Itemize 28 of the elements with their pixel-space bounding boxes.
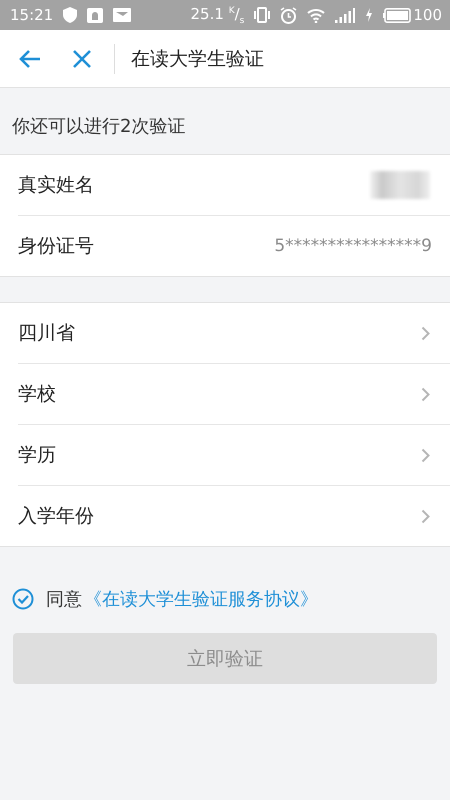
alarm-icon	[280, 6, 298, 24]
chevron-icon	[421, 386, 430, 402]
chevron-icon	[421, 448, 430, 462]
page-title: 在读大学生验证	[131, 46, 264, 72]
field-label: 真实姓名	[18, 173, 95, 198]
network-speed: 25.1 $^{K}$/$_{s}$	[190, 4, 244, 26]
picker-row[interactable]: 四川省	[18, 303, 450, 364]
field-value: 5****************9	[274, 236, 432, 256]
blurred-value	[370, 171, 430, 199]
status-time: 15:21	[10, 6, 54, 24]
picker-row[interactable]: 学校	[18, 364, 450, 425]
attempts-notice: 你还可以进行2次验证	[12, 116, 186, 137]
chevron-icon	[421, 326, 430, 340]
field-label: 身份证号	[18, 234, 95, 259]
vibrate-icon	[254, 7, 270, 23]
shield-icon	[63, 7, 78, 23]
battery-icon	[383, 8, 412, 22]
picker-row[interactable]: 学历	[18, 425, 450, 486]
chevron-icon	[421, 508, 430, 524]
charging-icon	[365, 8, 374, 22]
notification-icon	[87, 8, 104, 22]
agree-checkbox[interactable]	[12, 588, 34, 610]
image-icon	[113, 8, 132, 22]
agree-text: 同意	[46, 588, 82, 611]
picker-row[interactable]: 入学年份	[18, 486, 450, 546]
signal-icon	[335, 8, 356, 22]
battery-level: 100	[413, 6, 442, 24]
wifi-icon	[307, 8, 326, 22]
